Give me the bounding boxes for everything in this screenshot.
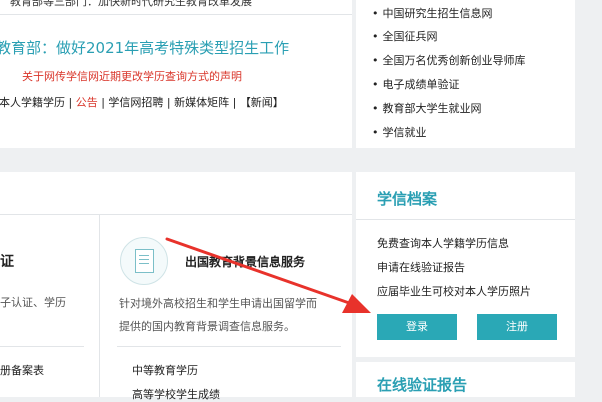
annotation-arrow-icon [165, 237, 371, 313]
